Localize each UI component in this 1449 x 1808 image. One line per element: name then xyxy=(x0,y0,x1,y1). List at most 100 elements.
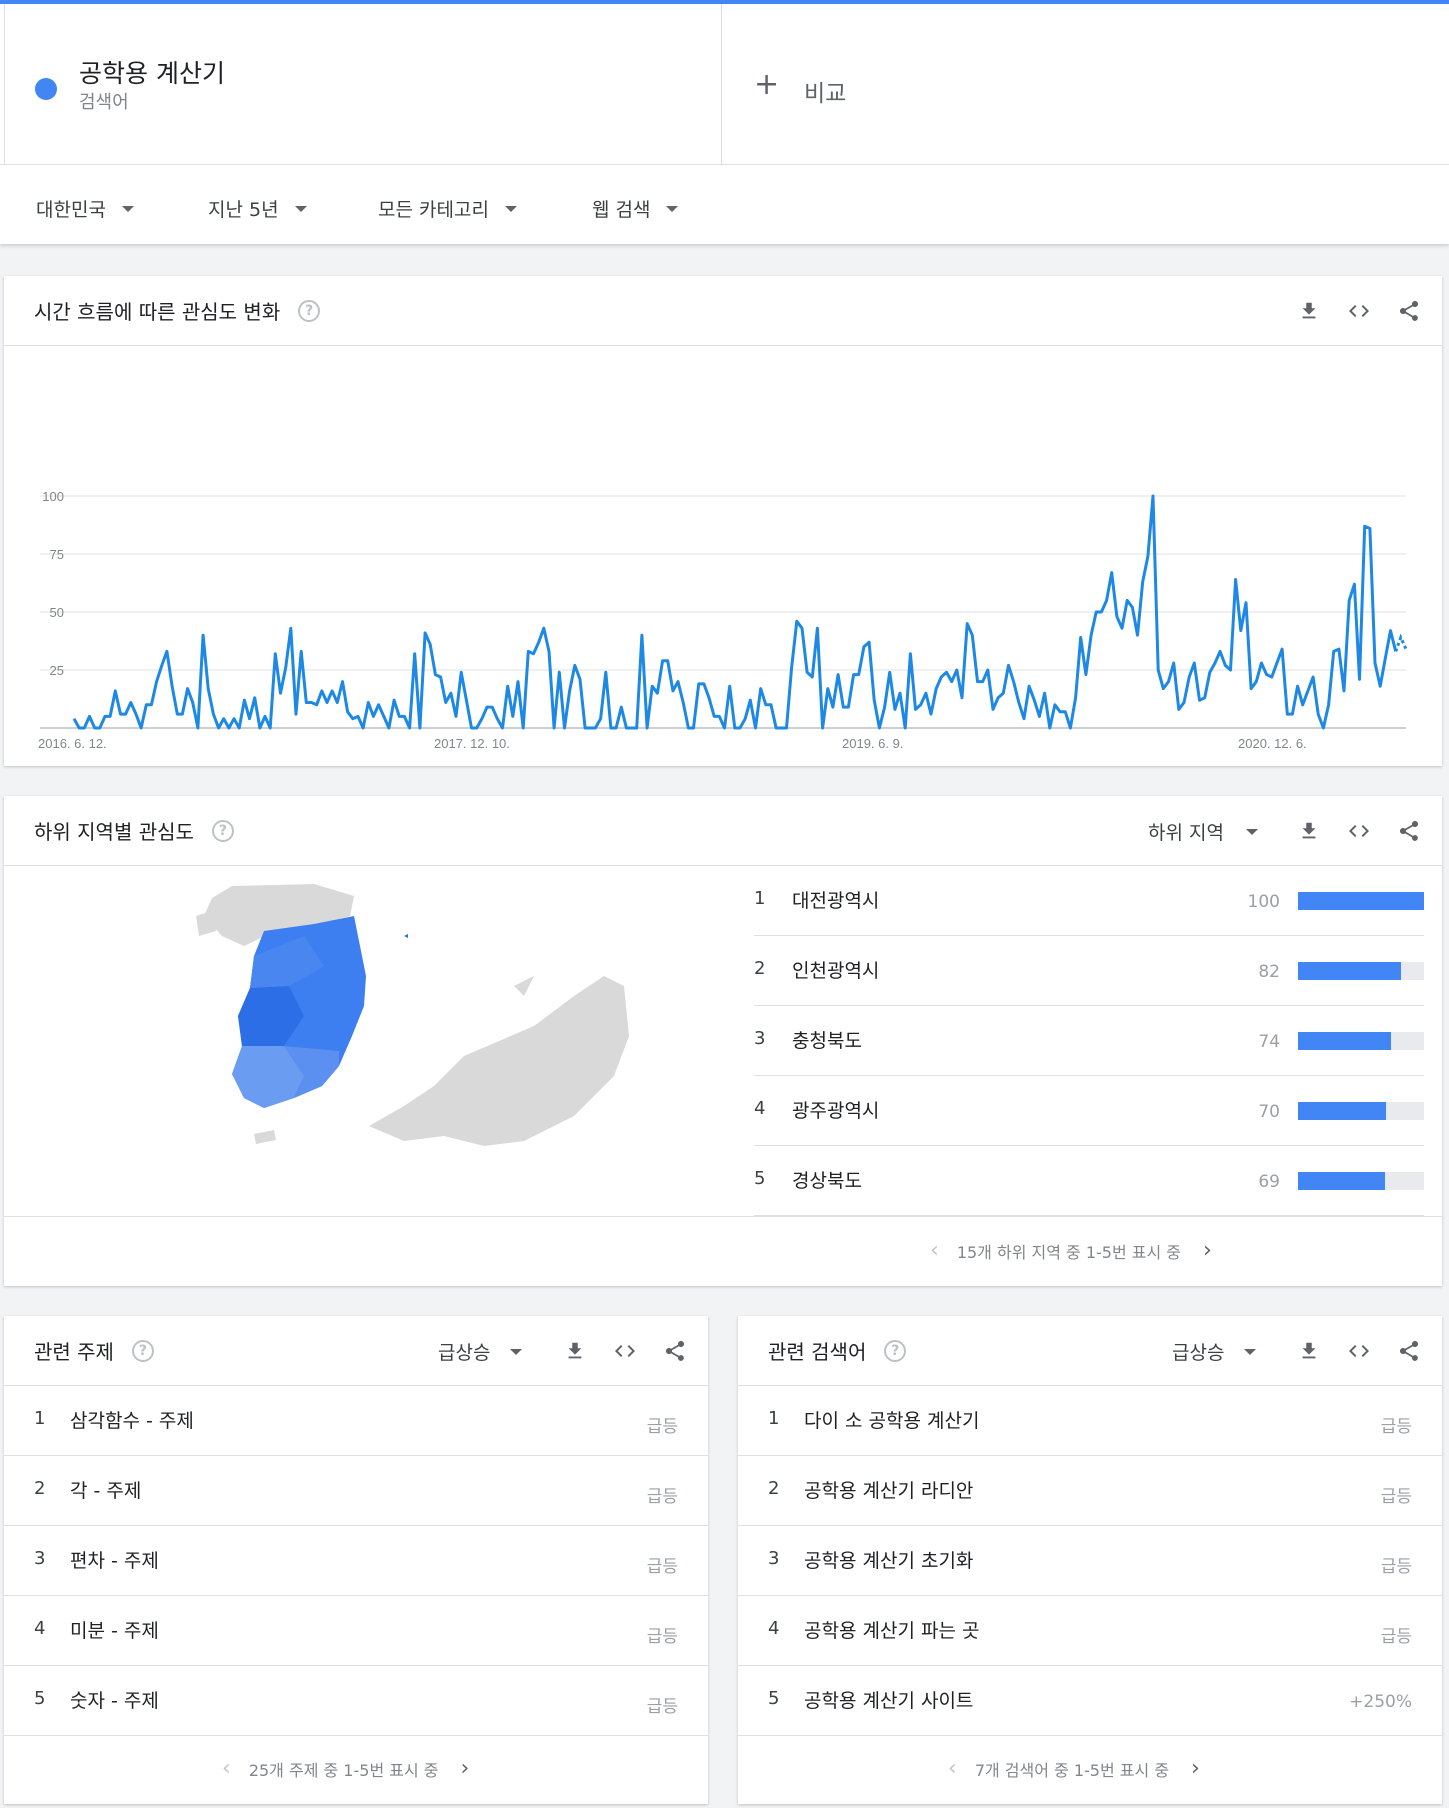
chevron-left-icon[interactable]: ‹ xyxy=(948,1756,957,1781)
term-subtitle: 검색어 xyxy=(79,92,129,113)
plus-icon[interactable]: + xyxy=(754,70,779,100)
chevron-left-icon[interactable]: ‹ xyxy=(222,1756,231,1781)
row-label[interactable]: 각 - 주제 xyxy=(70,1476,141,1503)
query-row[interactable]: 5 공학용 계산기 사이트 +250% xyxy=(738,1666,1442,1736)
queries-sort-dropdown[interactable]: 급상승 xyxy=(1172,1338,1257,1365)
row-label[interactable]: 공학용 계산기 파는 곳 xyxy=(804,1616,979,1643)
chevron-right-icon[interactable]: › xyxy=(1191,1756,1200,1781)
value-bar xyxy=(1298,1102,1424,1120)
row-value: 급등 xyxy=(1380,1627,1412,1647)
share-icon[interactable] xyxy=(1396,298,1422,324)
topic-row[interactable]: 4 미분 - 주제 급등 xyxy=(4,1596,708,1666)
search-term-box[interactable]: 공학용 계산기 검색어 xyxy=(4,4,722,164)
embed-icon[interactable] xyxy=(1346,1338,1372,1364)
x-tick-label: 2020. 12. 6. xyxy=(1238,736,1307,751)
row-value: 100 xyxy=(1247,892,1280,912)
y-tick-label: 100 xyxy=(42,489,64,504)
share-icon[interactable] xyxy=(662,1338,688,1364)
download-icon[interactable] xyxy=(1296,298,1322,324)
help-icon[interactable]: ? xyxy=(298,299,321,322)
row-label[interactable]: 경상북도 xyxy=(792,1166,862,1193)
download-icon[interactable] xyxy=(562,1338,588,1364)
card-header: 관련 검색어? 급상승 xyxy=(738,1316,1442,1386)
region-row[interactable]: 1 대전광역시 100 xyxy=(754,866,1424,936)
topics-sort-dropdown[interactable]: 급상승 xyxy=(438,1338,523,1365)
y-tick-label: 25 xyxy=(50,663,64,678)
row-label[interactable]: 충청북도 xyxy=(792,1026,862,1053)
category-filter[interactable]: 모든 카테고리 xyxy=(378,195,517,222)
row-label[interactable]: 편차 - 주제 xyxy=(70,1546,159,1573)
row-value: 급등 xyxy=(646,1627,678,1647)
row-label[interactable]: 다이 소 공학용 계산기 xyxy=(804,1406,979,1433)
download-icon[interactable] xyxy=(1296,1338,1322,1364)
region-filter-label: 대한민국 xyxy=(36,199,106,221)
map-jeju xyxy=(254,1130,276,1144)
help-icon[interactable]: ? xyxy=(131,1339,154,1362)
query-row[interactable]: 2 공학용 계산기 라디안 급등 xyxy=(738,1456,1442,1526)
chevron-right-icon[interactable]: › xyxy=(461,1756,470,1781)
term-title[interactable]: 공학용 계산기 xyxy=(79,54,225,90)
row-rank: 2 xyxy=(768,1478,780,1499)
card-actions xyxy=(538,1338,688,1364)
caret-down-icon xyxy=(294,205,307,212)
topics-pager: ‹ 25개 주제 중 1-5번 표시 중 › xyxy=(222,1756,469,1781)
related-queries-card: 관련 검색어? 급상승 1 다이 소 공학용 계산기 급등 2 공학용 계산기 라디안 급… xyxy=(738,1316,1442,1804)
region-row[interactable]: 5 경상북도 69 xyxy=(754,1146,1424,1216)
download-icon[interactable] xyxy=(1296,818,1322,844)
region-filter[interactable]: 대한민국 xyxy=(36,195,134,222)
interest-over-time-title: 시간 흐름에 따른 관심도 변화 xyxy=(34,300,281,324)
header: 공학용 계산기 검색어 + 비교 대한민국 지난 5년 모든 카테고리 웹 검색 xyxy=(0,4,1449,244)
row-value: 70 xyxy=(1258,1102,1280,1122)
region-row[interactable]: 4 광주광역시 70 xyxy=(754,1076,1424,1146)
topic-row[interactable]: 5 숫자 - 주제 급등 xyxy=(4,1666,708,1736)
topic-row[interactable]: 1 삼각함수 - 주제 급등 xyxy=(4,1386,708,1456)
queries-pager-text: 7개 검색어 중 1-5번 표시 중 xyxy=(974,1760,1170,1780)
caret-down-icon xyxy=(504,205,517,212)
compare-box[interactable]: + 비교 xyxy=(722,4,1449,164)
row-label[interactable]: 광주광역시 xyxy=(792,1096,879,1123)
related-topics-title: 관련 주제 xyxy=(34,1340,114,1364)
region-level-label: 하위 지역 xyxy=(1148,822,1224,844)
value-bar-fill xyxy=(1298,1032,1392,1050)
row-value: 급등 xyxy=(1380,1417,1412,1437)
row-rank: 4 xyxy=(754,1098,766,1119)
card-actions xyxy=(1272,1338,1422,1364)
region-row[interactable]: 2 인천광역시 82 xyxy=(754,936,1424,1006)
region-row[interactable]: 3 충청북도 74 xyxy=(754,1006,1424,1076)
help-icon[interactable]: ? xyxy=(211,819,234,842)
share-icon[interactable] xyxy=(1396,1338,1422,1364)
embed-icon[interactable] xyxy=(612,1338,638,1364)
row-label[interactable]: 대전광역시 xyxy=(792,886,879,913)
queries-pager: ‹ 7개 검색어 중 1-5번 표시 중 › xyxy=(948,1756,1200,1781)
help-icon[interactable]: ? xyxy=(884,1339,907,1362)
period-filter[interactable]: 지난 5년 xyxy=(208,195,307,222)
row-label[interactable]: 숫자 - 주제 xyxy=(70,1686,159,1713)
row-value: 급등 xyxy=(646,1487,678,1507)
embed-icon[interactable] xyxy=(1346,298,1372,324)
search-type-filter[interactable]: 웹 검색 xyxy=(592,195,679,222)
embed-icon[interactable] xyxy=(1346,818,1372,844)
compare-label[interactable]: 비교 xyxy=(804,74,846,108)
korea-region-map[interactable] xyxy=(104,876,664,1206)
row-label[interactable]: 공학용 계산기 사이트 xyxy=(804,1686,973,1713)
value-bar-fill xyxy=(1298,1102,1387,1120)
share-icon[interactable] xyxy=(1396,818,1422,844)
row-label[interactable]: 삼각함수 - 주제 xyxy=(70,1406,194,1433)
query-row[interactable]: 3 공학용 계산기 초기화 급등 xyxy=(738,1526,1442,1596)
row-label[interactable]: 인천광역시 xyxy=(792,956,879,983)
chevron-right-icon[interactable]: › xyxy=(1203,1238,1212,1263)
row-label[interactable]: 공학용 계산기 라디안 xyxy=(804,1476,973,1503)
trend-line-partial[interactable] xyxy=(1394,633,1408,652)
region-level-dropdown[interactable]: 하위 지역 xyxy=(1148,818,1258,845)
topic-row[interactable]: 3 편차 - 주제 급등 xyxy=(4,1526,708,1596)
chevron-left-icon[interactable]: ‹ xyxy=(930,1238,939,1263)
query-row[interactable]: 4 공학용 계산기 파는 곳 급등 xyxy=(738,1596,1442,1666)
row-label[interactable]: 미분 - 주제 xyxy=(70,1616,159,1643)
topics-sort-label: 급상승 xyxy=(438,1342,491,1364)
row-value: 74 xyxy=(1258,1032,1280,1052)
related-queries-title: 관련 검색어 xyxy=(768,1340,867,1364)
query-row[interactable]: 1 다이 소 공학용 계산기 급등 xyxy=(738,1386,1442,1456)
topic-row[interactable]: 2 각 - 주제 급등 xyxy=(4,1456,708,1526)
row-label[interactable]: 공학용 계산기 초기화 xyxy=(804,1546,973,1573)
filters-bar: 대한민국 지난 5년 모든 카테고리 웹 검색 xyxy=(0,164,1449,244)
